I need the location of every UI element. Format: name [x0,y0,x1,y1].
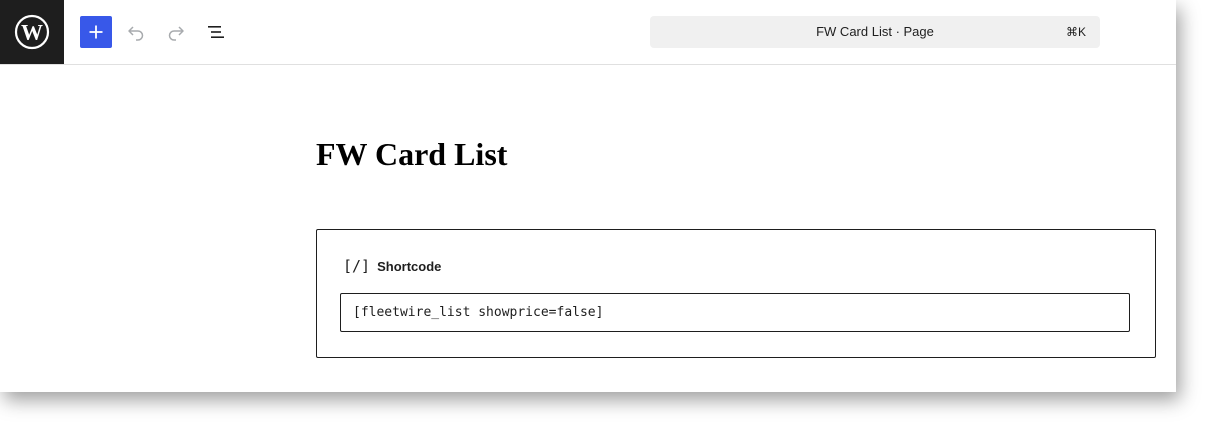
undo-icon [128,26,144,41]
document-title: FW Card List · Page [816,24,934,39]
list-view-icon [208,26,224,38]
editor-window: W FW Card List · Page ⌘K FW Card List [/… [0,0,1176,392]
shortcode-block[interactable]: [/] Shortcode [fleetwire_list showprice=… [316,229,1156,358]
svg-text:W: W [21,20,43,45]
shortcode-input[interactable]: [fleetwire_list showprice=false] [340,293,1130,332]
document-overview-button[interactable] [200,16,232,48]
add-block-button[interactable] [80,16,112,48]
redo-button[interactable] [160,16,192,48]
wordpress-logo-button[interactable]: W [0,0,64,64]
redo-icon [168,26,184,41]
shortcode-block-header: [/] Shortcode [343,256,441,276]
wordpress-icon: W [14,14,50,50]
undo-button[interactable] [120,16,152,48]
shortcode-icon: [/] [343,257,371,275]
shortcode-label: Shortcode [377,258,442,274]
command-palette-bar[interactable]: FW Card List · Page ⌘K [650,16,1100,48]
editor-header: W FW Card List · Page ⌘K [0,0,1176,65]
plus-icon [89,25,103,39]
command-shortcut: ⌘K [1065,25,1086,39]
page-title[interactable]: FW Card List [316,134,507,174]
